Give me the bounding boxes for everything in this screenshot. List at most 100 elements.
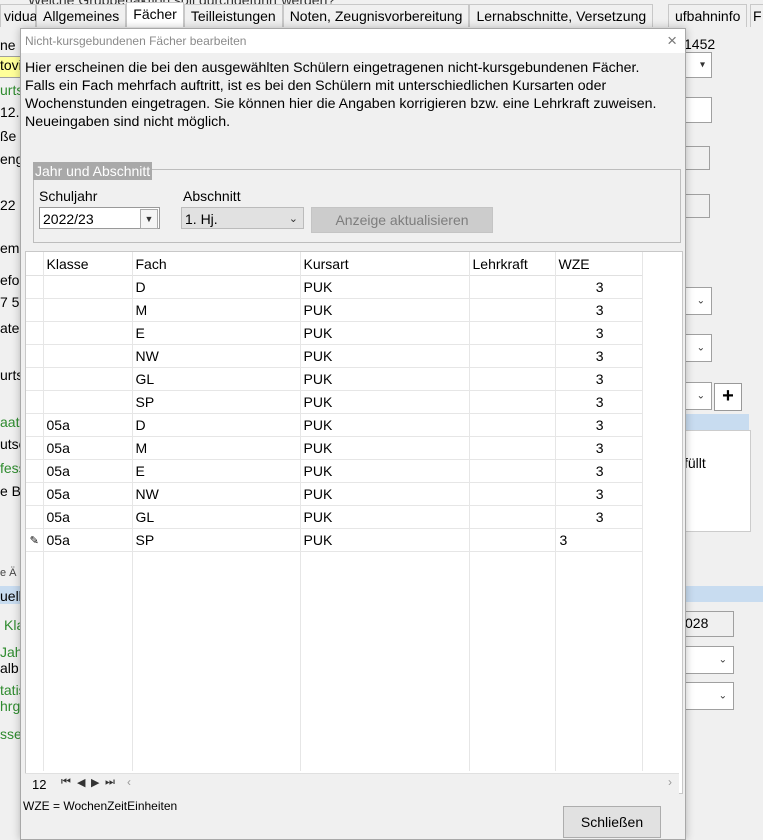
cell-kursart[interactable]: PUK (300, 390, 470, 414)
cell-klasse[interactable]: 05a (43, 436, 133, 460)
table-row[interactable]: SP PUK 3 (26, 390, 646, 414)
table-row[interactable]: E PUK 3 (26, 321, 646, 345)
cell-klasse[interactable]: 05a (43, 482, 133, 506)
edit-pencil-icon[interactable]: ✎ (26, 528, 44, 552)
bg-combo[interactable]: ⌄ (684, 334, 712, 362)
table-row[interactable]: NW PUK 3 (26, 344, 646, 368)
cell-lehrkraft[interactable] (469, 413, 556, 437)
cell-klasse[interactable] (43, 344, 133, 368)
row-selector[interactable] (26, 344, 44, 368)
cell-klasse[interactable] (43, 390, 133, 414)
cell-wze[interactable]: 3 (555, 505, 643, 529)
cell-lehrkraft[interactable] (469, 505, 556, 529)
abschnitt-select[interactable]: 1. Hj. ⌄ (181, 207, 304, 229)
previous-record-icon[interactable]: ◀ (77, 776, 85, 789)
cell-lehrkraft[interactable] (469, 459, 556, 483)
column-header-wze[interactable]: WZE (555, 252, 643, 276)
table-row[interactable]: 05a D PUK 3 (26, 413, 646, 437)
cell-klasse[interactable] (43, 367, 133, 391)
cell-kursart[interactable]: PUK (300, 344, 470, 368)
row-selector[interactable] (26, 482, 44, 506)
cell-lehrkraft[interactable] (469, 275, 556, 299)
cell-klasse[interactable] (43, 275, 133, 299)
bg-combo[interactable]: ⌄ (684, 646, 734, 674)
cell-wze[interactable]: 3 (555, 482, 643, 506)
cell-fach[interactable]: D (132, 413, 301, 437)
cell-wze[interactable]: 3 (555, 413, 643, 437)
cell-wze[interactable]: 3 (555, 344, 643, 368)
last-record-icon[interactable]: ⏭ (105, 776, 115, 789)
table-row[interactable]: 05a M PUK 3 (26, 436, 646, 460)
cell-fach[interactable]: GL (132, 367, 301, 391)
cell-kursart[interactable]: PUK (300, 505, 470, 529)
cell-wze[interactable]: 3 (555, 298, 643, 322)
table-row[interactable]: 05a E PUK 3 (26, 459, 646, 483)
cell-fach[interactable]: D (132, 275, 301, 299)
tab-noten[interactable]: Noten, Zeugnisvorbereitung (282, 4, 470, 27)
cell-wze[interactable]: 3 (555, 436, 643, 460)
cell-lehrkraft[interactable] (469, 367, 556, 391)
cell-lehrkraft[interactable] (469, 298, 556, 322)
cell-kursart[interactable]: PUK (300, 528, 470, 552)
cell-lehrkraft[interactable] (469, 321, 556, 345)
column-header-fach[interactable]: Fach (132, 252, 301, 276)
cell-fach[interactable]: SP (132, 390, 301, 414)
cell-kursart[interactable]: PUK (300, 298, 470, 322)
bg-combo[interactable]: ▾ (684, 52, 712, 78)
cell-fach[interactable]: E (132, 459, 301, 483)
close-button[interactable]: Schließen (563, 806, 661, 838)
row-selector[interactable] (26, 367, 44, 391)
cell-klasse[interactable]: 05a (43, 413, 133, 437)
cell-wze[interactable]: 3 (555, 275, 643, 299)
tab-teilleistungen[interactable]: Teilleistungen (183, 4, 283, 27)
cell-wze[interactable]: 3 (555, 528, 643, 552)
scroll-left-icon[interactable]: ‹ (127, 775, 131, 789)
cell-fach[interactable]: E (132, 321, 301, 345)
column-header-klasse[interactable]: Klasse (43, 252, 133, 276)
next-record-icon[interactable]: ▶ (91, 776, 99, 789)
column-header-lehrkraft[interactable]: Lehrkraft (469, 252, 556, 276)
bg-combo[interactable]: ⌄ (684, 682, 734, 710)
cell-kursart[interactable]: PUK (300, 367, 470, 391)
cell-wze[interactable]: 3 (555, 390, 643, 414)
cell-lehrkraft[interactable] (469, 482, 556, 506)
tab-individual[interactable]: vidual (0, 4, 41, 27)
cell-wze[interactable]: 3 (555, 321, 643, 345)
table-row[interactable]: D PUK 3 (26, 275, 646, 299)
cell-fach[interactable]: SP (132, 528, 301, 552)
cell-kursart[interactable]: PUK (300, 482, 470, 506)
calendar-icon[interactable] (684, 194, 710, 218)
cell-fach[interactable]: NW (132, 482, 301, 506)
cell-klasse[interactable] (43, 298, 133, 322)
cell-fach[interactable]: M (132, 436, 301, 460)
cell-lehrkraft[interactable] (469, 436, 556, 460)
cell-kursart[interactable]: PUK (300, 321, 470, 345)
bg-field[interactable] (684, 97, 712, 123)
cell-klasse[interactable]: 05a (43, 528, 133, 552)
row-selector[interactable] (26, 390, 44, 414)
column-header-kursart[interactable]: Kursart (300, 252, 470, 276)
row-selector[interactable] (26, 459, 44, 483)
cell-kursart[interactable]: PUK (300, 275, 470, 299)
bg-combo[interactable]: ⌄ (684, 287, 712, 315)
tab-more[interactable]: F (750, 4, 763, 27)
table-row[interactable]: ✎ 05a SP PUK 3 (26, 528, 646, 552)
tab-allgemeines[interactable]: Allgemeines (36, 4, 127, 27)
bg-combo[interactable]: ⌄ (684, 382, 712, 410)
close-icon[interactable]: × (667, 31, 677, 51)
row-selector[interactable] (26, 321, 44, 345)
tab-faecher[interactable]: Fächer (126, 2, 184, 27)
schuljahr-select[interactable]: 2022/23 ▼ (39, 207, 160, 229)
tab-lernabschnitte[interactable]: Lernabschnitte, Versetzung (469, 4, 654, 27)
first-record-icon[interactable]: ⏮ (61, 776, 71, 789)
horizontal-scrollbar[interactable]: ‹ › (127, 775, 672, 791)
calendar-icon[interactable] (684, 146, 710, 170)
cell-wze[interactable]: 3 (555, 459, 643, 483)
table-row[interactable]: 05a GL PUK 3 (26, 505, 646, 529)
cell-fach[interactable]: GL (132, 505, 301, 529)
table-row[interactable]: M PUK 3 (26, 298, 646, 322)
cell-wze[interactable]: 3 (555, 367, 643, 391)
cell-klasse[interactable]: 05a (43, 459, 133, 483)
cell-klasse[interactable]: 05a (43, 505, 133, 529)
row-selector[interactable] (26, 298, 44, 322)
